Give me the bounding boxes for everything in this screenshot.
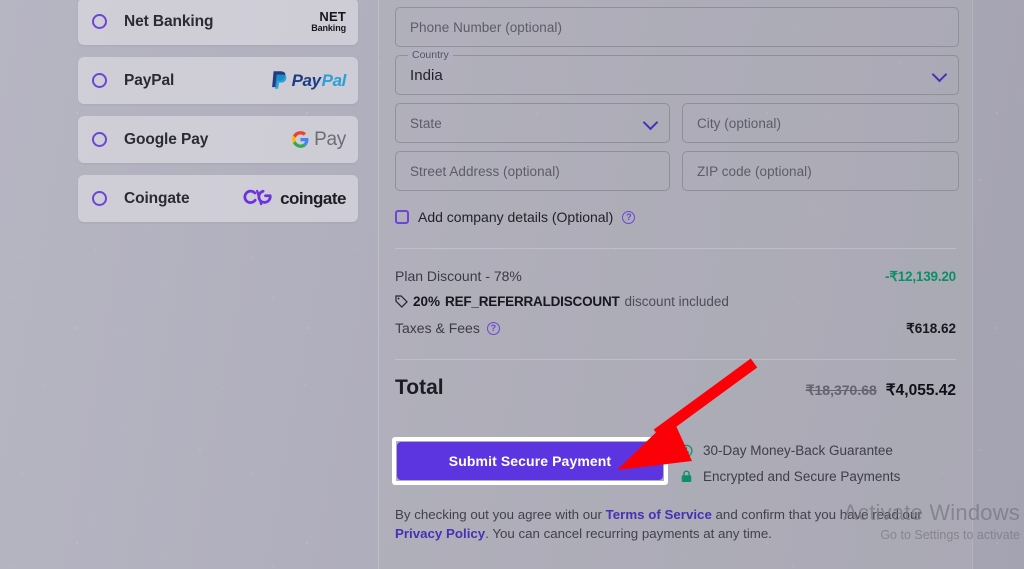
paypal-logo: Pay Pal xyxy=(271,70,346,91)
state-select[interactable]: State xyxy=(395,103,670,143)
divider-above-total xyxy=(395,359,956,360)
coingate-logo-text: coingate xyxy=(280,188,346,208)
lock-icon xyxy=(681,470,692,483)
terms-text: By checking out you agree with our Terms… xyxy=(395,505,955,543)
guarantee-encrypted: Encrypted and Secure Payments xyxy=(679,469,900,484)
taxes-label: Taxes & Fees xyxy=(395,320,480,336)
payment-method-label: Coingate xyxy=(124,189,190,207)
promo-tail-text: discount included xyxy=(624,294,729,309)
terms-part-1: By checking out you agree with our xyxy=(395,507,606,522)
chevron-down-icon[interactable] xyxy=(642,114,659,131)
payment-method-label: Google Pay xyxy=(124,130,209,148)
promo-code-row: 20% REF_REFERRALDISCOUNT discount includ… xyxy=(395,294,729,309)
phone-number-placeholder: Phone Number (optional) xyxy=(410,19,562,35)
plan-discount-label: Plan Discount - 78% xyxy=(395,268,522,284)
google-pay-logo-text: Pay xyxy=(314,128,346,150)
guarantee-money-back: 30-Day Money-Back Guarantee xyxy=(679,443,893,458)
google-g-icon xyxy=(292,131,309,148)
paypal-mark-icon xyxy=(271,71,286,89)
country-select[interactable]: Country India xyxy=(395,49,959,95)
radio-google-pay[interactable] xyxy=(92,132,107,147)
total-original-price: ₹18,370.68 xyxy=(805,382,877,398)
tag-icon xyxy=(395,295,408,308)
city-placeholder: City (optional) xyxy=(697,115,782,131)
help-icon[interactable]: ? xyxy=(622,210,636,224)
guarantee-label: Encrypted and Secure Payments xyxy=(703,469,901,484)
total-final-price: ₹4,055.42 xyxy=(885,382,956,399)
zip-code-field[interactable]: ZIP code (optional) xyxy=(682,151,959,191)
plan-discount-amount: -₹12,139.20 xyxy=(885,269,956,284)
company-details-label: Add company details (Optional) xyxy=(418,209,614,225)
netbanking-logo: NET Banking xyxy=(311,10,346,33)
total-label: Total xyxy=(395,376,444,399)
city-field[interactable]: City (optional) xyxy=(682,103,959,143)
total-amounts: ₹18,370.68 ₹4,055.42 xyxy=(806,381,956,400)
radio-coingate[interactable] xyxy=(92,191,107,206)
privacy-policy-link[interactable]: Privacy Policy xyxy=(395,526,485,541)
google-pay-logo: Pay xyxy=(292,129,346,151)
company-details-checkbox[interactable] xyxy=(395,210,409,224)
promo-code: REF_REFERRALDISCOUNT xyxy=(445,294,620,309)
payment-method-google-pay[interactable]: Google Pay Pay xyxy=(78,116,358,163)
zip-code-placeholder: ZIP code (optional) xyxy=(697,163,812,179)
street-address-placeholder: Street Address (optional) xyxy=(410,163,560,179)
terms-part-3: . You can cancel recurring payments at a… xyxy=(485,526,772,541)
phone-number-field[interactable]: Phone Number (optional) xyxy=(395,7,959,47)
paypal-logo-text-2: Pal xyxy=(321,70,347,90)
coingate-logo: coingate xyxy=(243,189,346,209)
checkout-page: Net Banking NET Banking PayPal Pay Pal G… xyxy=(0,0,1024,569)
add-company-details-row[interactable]: Add company details (Optional) ? xyxy=(395,209,636,225)
payment-method-list: Net Banking NET Banking PayPal Pay Pal G… xyxy=(78,0,358,234)
taxes-amount: ₹618.62 xyxy=(906,321,956,336)
submit-secure-payment-button[interactable]: Submit Secure Payment xyxy=(397,442,663,480)
promo-percent: 20% xyxy=(413,294,441,309)
netbanking-logo-line2: Banking xyxy=(311,23,346,33)
terms-part-2: and confirm that you have read our xyxy=(711,507,922,522)
chevron-down-icon[interactable] xyxy=(931,66,948,83)
taxes-and-fees-row: Taxes & Fees ? ₹618.62 xyxy=(395,320,956,337)
street-address-field[interactable]: Street Address (optional) xyxy=(395,151,670,191)
state-placeholder: State xyxy=(410,115,442,131)
help-icon[interactable]: ? xyxy=(486,321,500,335)
payment-method-label: Net Banking xyxy=(124,12,214,30)
clock-refund-icon xyxy=(680,444,693,457)
radio-paypal[interactable] xyxy=(92,73,107,88)
paypal-logo-text-1: Pay xyxy=(291,70,321,90)
payment-method-coingate[interactable]: Coingate coingate xyxy=(78,175,358,222)
payment-method-label: PayPal xyxy=(124,71,175,89)
coingate-mark-icon xyxy=(243,189,272,205)
plan-discount-row: Plan Discount - 78% -₹12,139.20 xyxy=(395,268,956,285)
payment-method-net-banking[interactable]: Net Banking NET Banking xyxy=(78,0,358,45)
netbanking-logo-line1: NET xyxy=(319,9,346,24)
country-value: India xyxy=(410,66,443,84)
divider-above-summary xyxy=(395,248,956,249)
radio-net-banking[interactable] xyxy=(92,14,107,29)
terms-of-service-link[interactable]: Terms of Service xyxy=(606,507,712,522)
country-label: Country xyxy=(408,49,453,62)
payment-method-paypal[interactable]: PayPal Pay Pal xyxy=(78,57,358,104)
guarantee-label: 30-Day Money-Back Guarantee xyxy=(703,443,893,458)
